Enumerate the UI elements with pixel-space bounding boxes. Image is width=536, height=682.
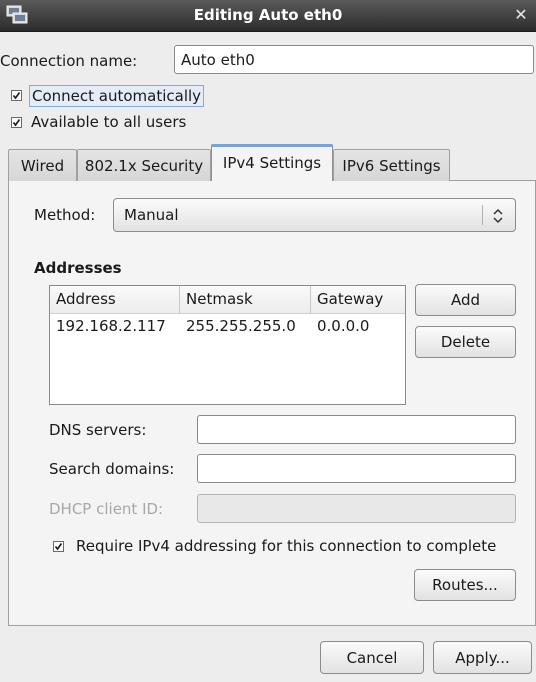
method-select[interactable]: Manual [113,198,516,232]
tab-8021x-security[interactable]: 802.1x Security [77,149,211,181]
addresses-heading: Addresses [34,259,122,277]
method-label: Method: [34,206,96,224]
add-button[interactable]: Add [415,284,516,316]
table-row[interactable]: 192.168.2.117 255.255.255.0 0.0.0.0 [50,316,405,338]
connection-name-label: Connection name: [0,52,138,70]
available-all-users-checkbox[interactable] [11,117,22,128]
search-domains-label: Search domains: [49,460,175,478]
tab-8021x-security-label: 802.1x Security [84,156,204,175]
routes-button[interactable]: Routes... [414,569,516,601]
tab-wired[interactable]: Wired [8,149,77,181]
addresses-table[interactable]: Address Netmask Gateway 192.168.2.117 25… [49,285,406,405]
require-ipv4-checkbox[interactable] [53,541,64,552]
select-separator [482,205,483,225]
dns-servers-input[interactable] [197,415,516,444]
dhcp-client-id-input [197,494,516,523]
window-title: Editing Auto eth0 [193,6,343,24]
available-all-users-label[interactable]: Available to all users [31,112,186,132]
apply-button[interactable]: Apply... [433,641,532,674]
dhcp-client-id-label: DHCP client ID: [49,500,164,518]
connection-name-value: Auto eth0 [181,50,255,69]
cell-gateway: 0.0.0.0 [317,317,370,335]
tab-ipv4-settings-label: IPv4 Settings [222,154,322,172]
connection-name-input[interactable]: Auto eth0 [174,45,534,74]
column-header-address[interactable]: Address [50,286,180,314]
method-select-value: Manual [124,206,179,224]
cell-netmask: 255.255.255.0 [186,317,296,335]
column-header-gateway[interactable]: Gateway [311,286,405,314]
tab-ipv6-settings-label: IPv6 Settings [342,156,441,175]
cell-address: 192.168.2.117 [56,317,166,335]
delete-button[interactable]: Delete [415,326,516,358]
column-header-netmask[interactable]: Netmask [180,286,311,314]
tab-wired-label: Wired [20,156,65,175]
tab-ipv6-settings[interactable]: IPv6 Settings [333,149,450,181]
connect-automatically-label[interactable]: Connect automatically [29,85,205,107]
close-icon[interactable]: ✕ [510,4,532,26]
connect-automatically-checkbox[interactable] [11,90,22,101]
cancel-button[interactable]: Cancel [320,641,424,674]
tab-ipv4-settings[interactable]: IPv4 Settings [211,144,333,181]
select-arrows-icon [490,207,506,225]
dns-servers-label: DNS servers: [49,421,147,439]
require-ipv4-label[interactable]: Require IPv4 addressing for this connect… [76,536,496,556]
search-domains-input[interactable] [197,454,516,483]
